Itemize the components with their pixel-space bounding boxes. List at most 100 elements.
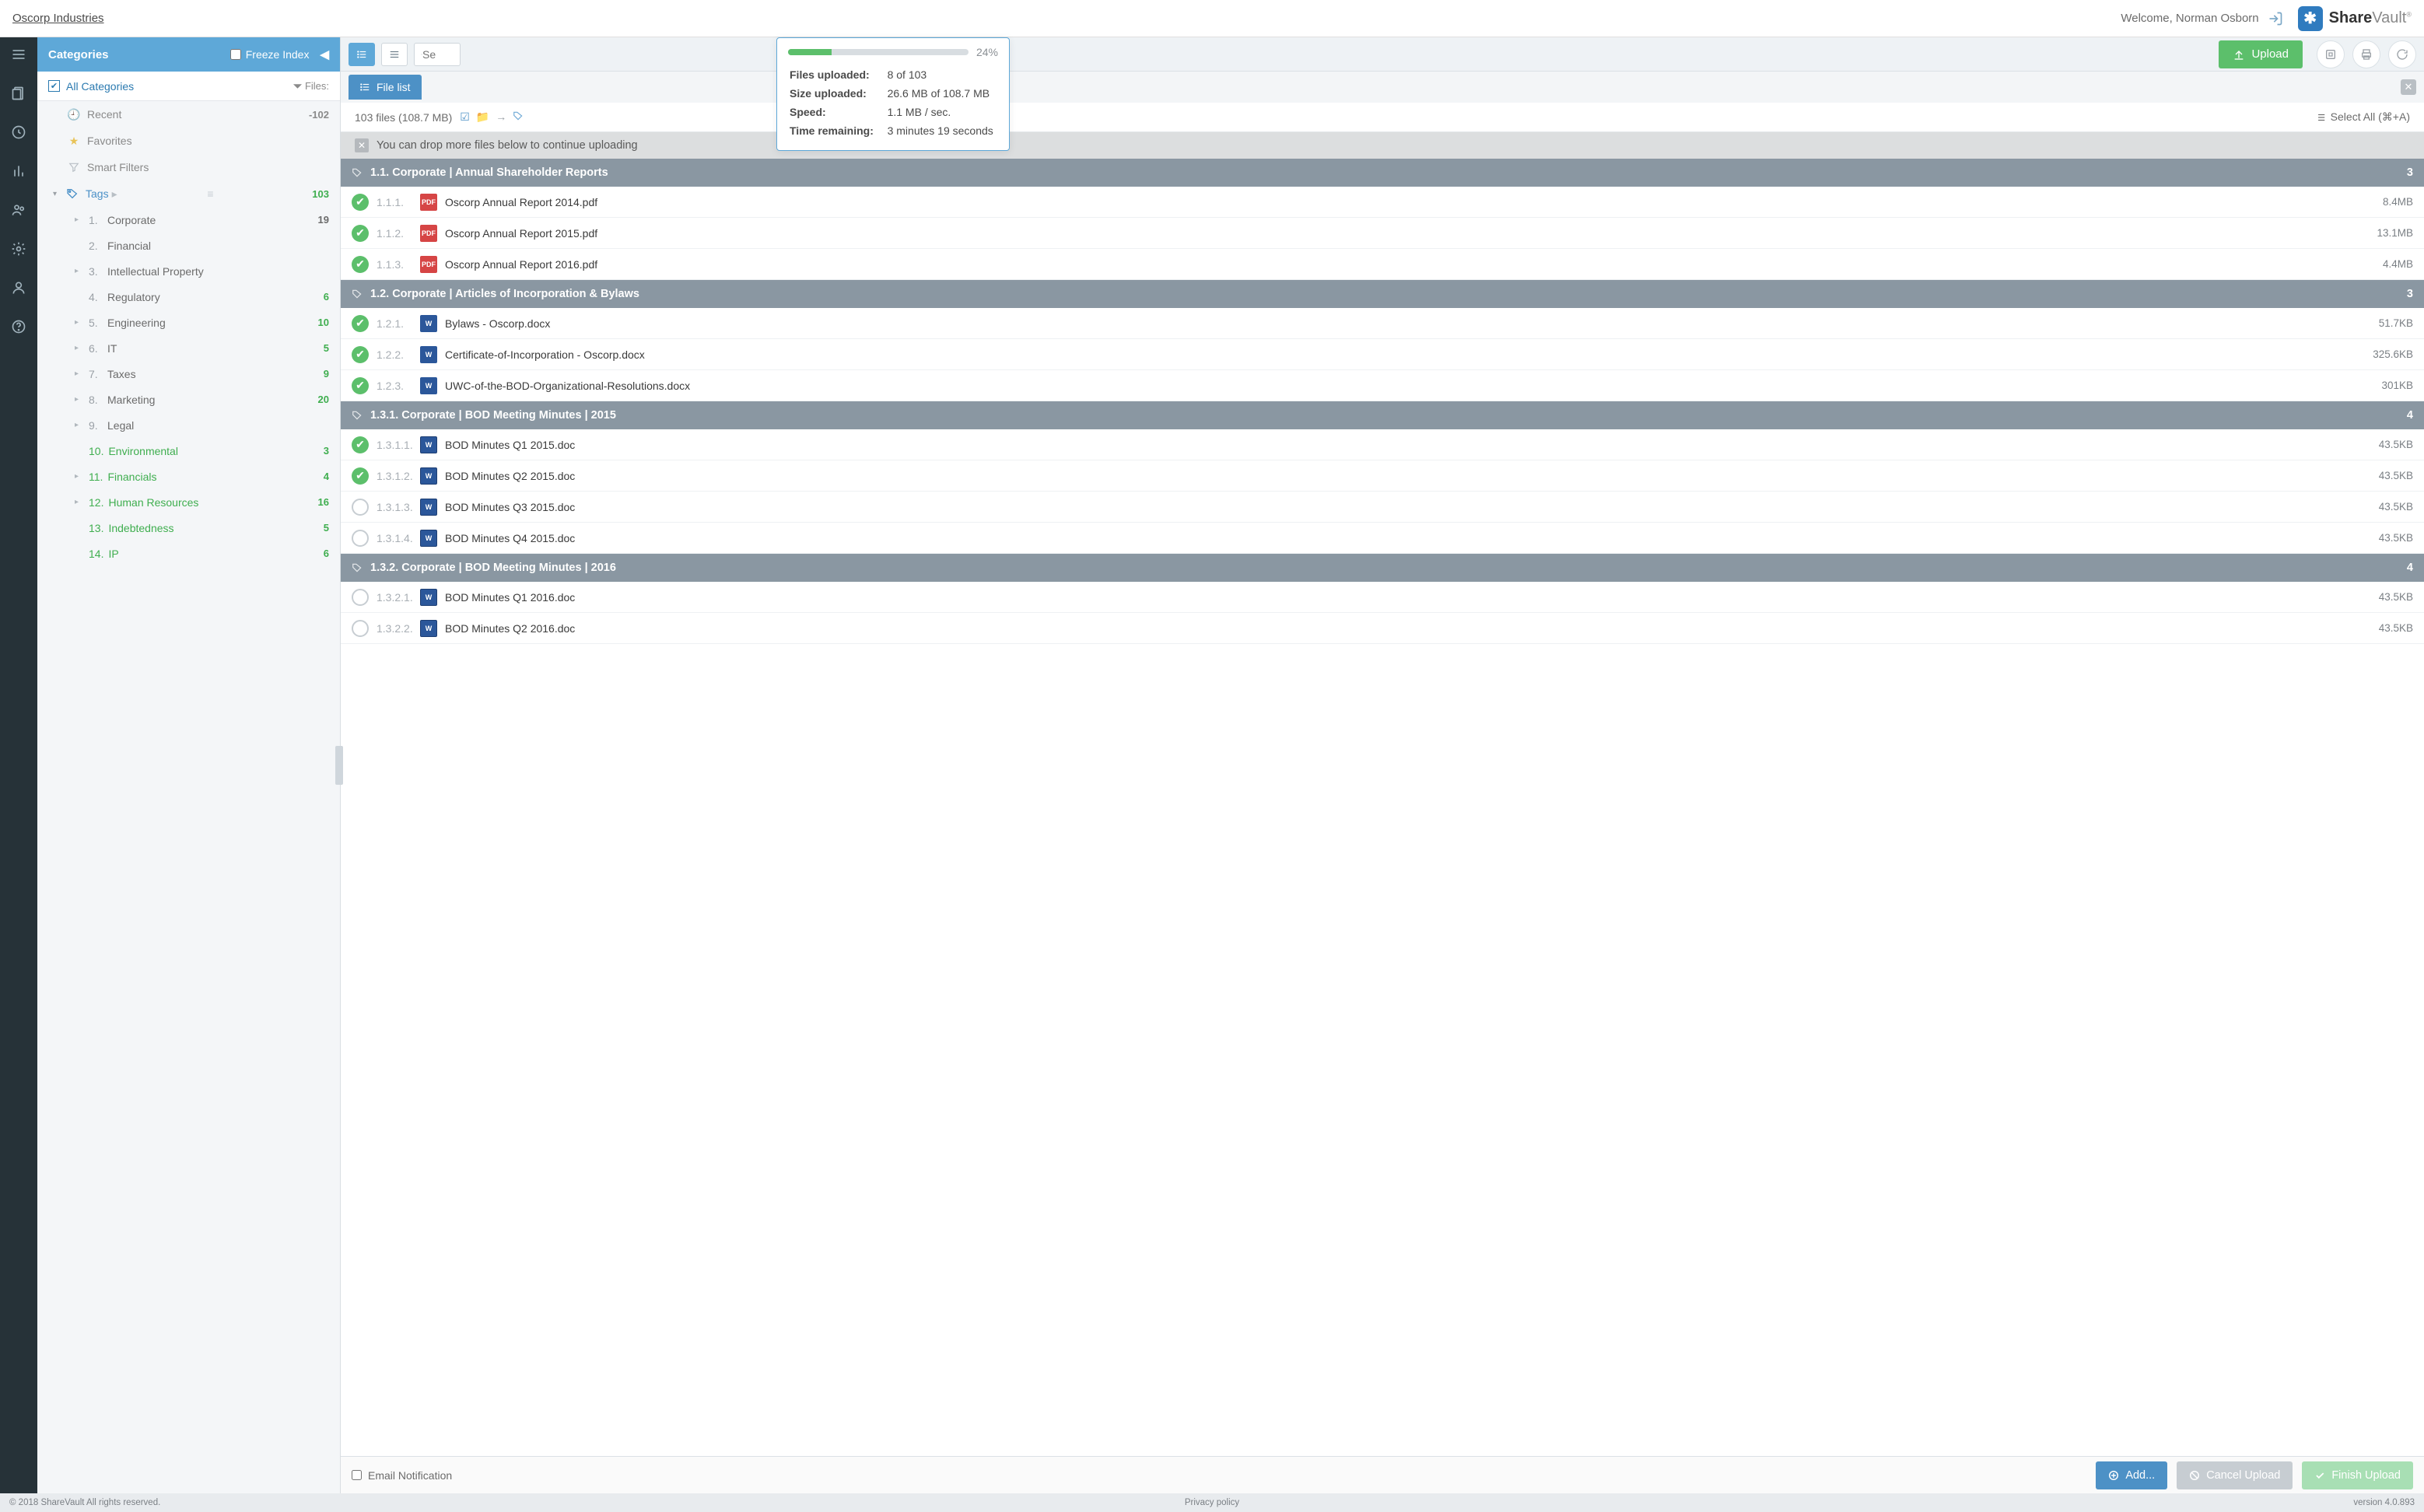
tag-item[interactable]: 4.Regulatory6 [37,284,340,310]
compact-view-button[interactable] [381,43,408,66]
section-header[interactable]: 1.3.2. Corporate | BOD Meeting Minutes |… [341,554,2424,582]
hamburger-icon[interactable] [9,45,28,64]
select-all-button[interactable]: Select All (⌘+A) [2315,110,2410,124]
file-row[interactable]: ✔1.2.1.WBylaws - Oscorp.docx51.7KB [341,308,2424,339]
logout-icon[interactable] [2267,10,2284,27]
doc-file-icon: W [420,467,437,485]
drag-handle-icon[interactable]: ≡ [207,187,214,200]
file-index: 1.1.2. [377,227,420,240]
add-button[interactable]: Add... [2096,1461,2167,1489]
tag-item[interactable]: 14.IP6 [37,541,340,566]
file-row[interactable]: ✔1.1.1.PDFOscorp Annual Report 2014.pdf8… [341,187,2424,218]
docx-file-icon: W [420,315,437,332]
cancel-upload-button[interactable]: Cancel Upload [2177,1461,2293,1489]
activity-icon[interactable] [9,123,28,142]
print-button[interactable] [2352,40,2380,68]
file-name: Oscorp Annual Report 2015.pdf [445,227,2377,240]
stat-value: 1.1 MB / sec. [888,103,997,121]
upload-button[interactable]: Upload [2219,40,2303,68]
upload-done-icon: ✔ [352,256,369,273]
file-row[interactable]: 1.3.2.1.WBOD Minutes Q1 2016.doc43.5KB [341,582,2424,613]
file-row[interactable]: 1.3.1.4.WBOD Minutes Q4 2015.doc43.5KB [341,523,2424,554]
org-name-link[interactable]: Oscorp Industries [12,12,104,25]
chevron-right-icon: ▸ [75,344,84,352]
file-row[interactable]: 1.3.2.2.WBOD Minutes Q2 2016.doc43.5KB [341,613,2424,644]
dismiss-hint-button[interactable]: ✕ [355,138,369,152]
sidebar-favorites[interactable]: ★ Favorites [37,128,340,154]
profile-icon[interactable] [9,278,28,297]
checked-box-icon[interactable]: ☑ [460,110,470,124]
tag-item[interactable]: ▸8.Marketing20 [37,387,340,412]
file-size: 13.1MB [2377,227,2413,239]
finish-upload-button[interactable]: Finish Upload [2302,1461,2413,1489]
upload-pending-icon [352,620,369,637]
collapse-sidebar-icon[interactable]: ◀ [320,47,329,61]
tag-small-icon[interactable] [513,110,524,124]
stat-label: Size uploaded: [790,85,886,102]
tag-item[interactable]: 13.Indebtedness5 [37,515,340,541]
docx-file-icon: W [420,377,437,394]
tag-icon [352,167,363,178]
file-summary: 103 files (108.7 MB) [355,111,452,124]
file-name: BOD Minutes Q2 2016.doc [445,622,2379,635]
file-name: Certificate-of-Incorporation - Oscorp.do… [445,348,2373,361]
file-row[interactable]: ✔1.2.2.WCertificate-of-Incorporation - O… [341,339,2424,370]
list-view-button[interactable] [349,43,375,66]
all-categories-row[interactable]: ✔ All Categories Files: [37,72,340,101]
tab-file-list[interactable]: File list [349,75,422,100]
brand-logo: ✱ ShareVault® [2298,6,2412,31]
upload-pending-icon [352,499,369,516]
tag-item[interactable]: 2.Financial [37,233,340,258]
all-categories-checkbox[interactable]: ✔ [48,80,60,92]
file-row[interactable]: ✔1.1.3.PDFOscorp Annual Report 2016.pdf4… [341,249,2424,280]
file-row[interactable]: ✔1.3.1.2.WBOD Minutes Q2 2015.doc43.5KB [341,460,2424,492]
tag-item[interactable]: ▸12.Human Resources16 [37,489,340,515]
folder-icon[interactable]: 📁 [476,110,489,124]
privacy-link[interactable]: Privacy policy [1185,1498,1239,1507]
tabs-bar: File list ✕ [341,72,2424,103]
tag-item[interactable]: ▸3.Intellectual Property [37,258,340,284]
tag-icon [352,562,363,573]
file-index: 1.2.3. [377,380,420,392]
stat-label: Files uploaded: [790,66,886,83]
tag-item[interactable]: ▸6.IT5 [37,335,340,361]
settings-icon[interactable] [9,240,28,258]
section-header[interactable]: 1.1. Corporate | Annual Shareholder Repo… [341,159,2424,187]
email-notification-toggle[interactable]: Email Notification [352,1469,452,1482]
file-list[interactable]: 1.1. Corporate | Annual Shareholder Repo… [341,159,2424,1456]
export-button[interactable] [2317,40,2345,68]
sidebar-tags-header[interactable]: ▾ Tags ▸ ≡ 103 [37,180,340,207]
reports-icon[interactable] [9,162,28,180]
freeze-index-toggle[interactable]: Freeze Index [230,48,310,61]
resize-grip[interactable] [335,746,343,785]
sidebar-header: Categories Freeze Index ◀ [37,37,340,72]
tag-item[interactable]: ▸11.Financials4 [37,464,340,489]
file-row[interactable]: ✔1.1.2.PDFOscorp Annual Report 2015.pdf1… [341,218,2424,249]
tag-item[interactable]: ▸9.Legal [37,412,340,438]
sidebar-smart-filters[interactable]: Smart Filters [37,154,340,180]
users-icon[interactable] [9,201,28,219]
section-header[interactable]: 1.2. Corporate | Articles of Incorporati… [341,280,2424,308]
search-input[interactable] [422,48,454,61]
tag-item[interactable]: ▸5.Engineering10 [37,310,340,335]
clock-icon: 🕘 [67,108,81,121]
file-name: BOD Minutes Q4 2015.doc [445,532,2379,544]
file-row[interactable]: ✔1.3.1.1.WBOD Minutes Q1 2015.doc43.5KB [341,429,2424,460]
files-sort[interactable]: Files: [293,80,329,92]
refresh-button[interactable] [2388,40,2416,68]
search-input-wrapper[interactable] [414,43,461,66]
tag-item[interactable]: ▸1.Corporate19 [37,207,340,233]
file-row[interactable]: ✔1.2.3.WUWC-of-the-BOD-Organizational-Re… [341,370,2424,401]
sidebar-recent[interactable]: 🕘 Recent -102 [37,101,340,128]
file-index: 1.3.2.1. [377,591,420,604]
file-size: 43.5KB [2379,591,2413,603]
help-icon[interactable] [9,317,28,336]
documents-icon[interactable] [9,84,28,103]
chevron-right-icon: ▸ [75,472,84,481]
file-row[interactable]: 1.3.1.3.WBOD Minutes Q3 2015.doc43.5KB [341,492,2424,523]
doc-file-icon: W [420,530,437,547]
tag-item[interactable]: 10.Environmental3 [37,438,340,464]
close-tab-button[interactable]: ✕ [2401,79,2416,95]
tag-item[interactable]: ▸7.Taxes9 [37,361,340,387]
section-header[interactable]: 1.3.1. Corporate | BOD Meeting Minutes |… [341,401,2424,429]
